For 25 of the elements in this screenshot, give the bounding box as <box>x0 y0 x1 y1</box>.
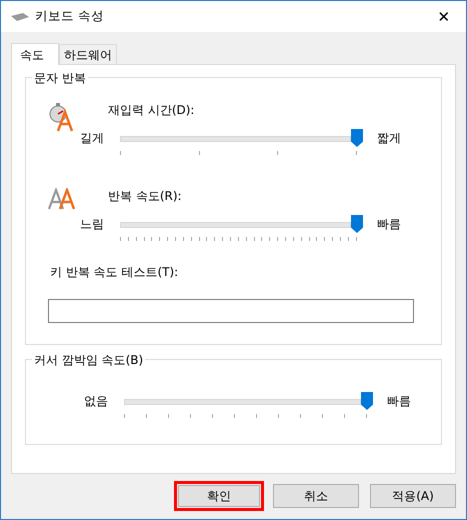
slider-min-label: 없음 <box>84 394 109 408</box>
test-field[interactable] <box>48 299 414 323</box>
close-button[interactable]: ✕ <box>422 1 466 32</box>
dialog-button[interactable]: 취소 <box>273 484 359 508</box>
slider-max-label: 짧게 <box>377 131 402 145</box>
window-title: 키보드 속성 <box>35 8 105 25</box>
letters-icon <box>48 188 78 210</box>
slider-label: 재입력 시간(D): <box>108 102 196 119</box>
group-title: 문자 반복 <box>32 70 88 87</box>
keyboard-icon <box>11 12 29 20</box>
slider-max-label: 빠름 <box>387 394 412 408</box>
slider-min-label: 길게 <box>80 131 105 145</box>
slider-thumb[interactable] <box>361 392 373 410</box>
slider-label: 반복 속도(R): <box>108 188 183 205</box>
tab[interactable]: 하드웨어 <box>59 44 117 64</box>
slider-thumb[interactable] <box>351 129 363 147</box>
dialog-button[interactable]: 확인 <box>174 481 264 511</box>
stopwatch-letter-icon <box>48 102 76 132</box>
slider-min-label: 느림 <box>80 217 105 231</box>
slider-max-label: 빠름 <box>377 217 402 231</box>
field-label: 키 반복 속도 테스트(T): <box>50 264 180 281</box>
group-title: 커서 깜박임 속도(B) <box>32 352 146 369</box>
dialog-button[interactable]: 적용(A) <box>370 484 456 508</box>
slider-thumb[interactable] <box>351 215 363 233</box>
tab[interactable]: 속도 <box>11 43 59 65</box>
